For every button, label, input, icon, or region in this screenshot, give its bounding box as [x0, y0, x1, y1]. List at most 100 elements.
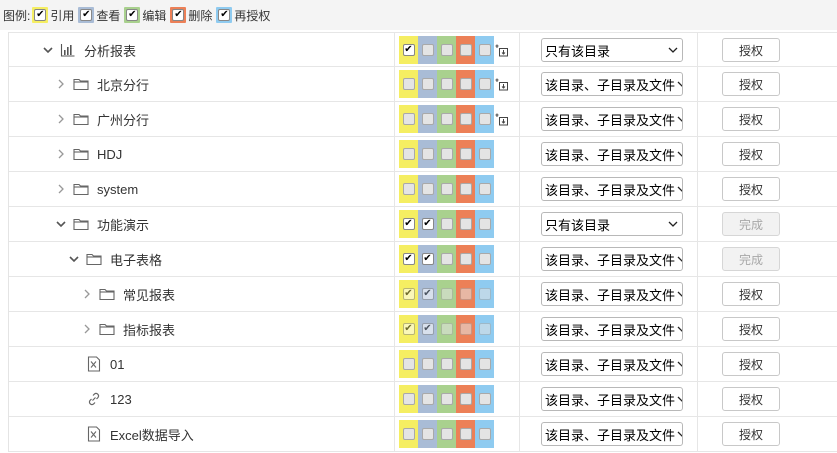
perm-checkbox-edit[interactable]	[440, 44, 453, 56]
perm-segment-view	[418, 420, 437, 448]
resource-name: 分析报表	[84, 43, 137, 59]
apply-to-children-icon[interactable]	[495, 43, 509, 57]
perm-checkbox-edit[interactable]	[440, 428, 453, 440]
permission-checkbox-strip: ✔ ✔	[399, 245, 494, 273]
perm-checkbox-cite[interactable]: ✔	[402, 44, 415, 56]
permission-cell: ✔ ✔	[395, 207, 520, 241]
grant-button[interactable]: 授权	[722, 177, 780, 201]
perm-checkbox-cite[interactable]	[402, 113, 415, 125]
done-button: 完成	[722, 212, 780, 236]
perm-checkbox-view[interactable]	[421, 44, 434, 56]
chevron-right-icon[interactable]	[81, 323, 93, 335]
perm-checkbox-view[interactable]	[421, 78, 434, 90]
grant-button[interactable]: 授权	[722, 38, 780, 62]
perm-checkbox-cite[interactable]	[402, 428, 415, 440]
perm-checkbox-view[interactable]	[421, 183, 434, 195]
perm-checkbox-edit[interactable]	[440, 358, 453, 370]
scope-select[interactable]: 该目录、子目录及文件	[541, 247, 683, 271]
perm-checkbox-view[interactable]	[421, 428, 434, 440]
perm-segment-cite	[399, 385, 418, 413]
perm-checkbox-cite[interactable]	[402, 148, 415, 160]
perm-checkbox-view[interactable]: ✔	[421, 218, 434, 230]
perm-checkbox-edit[interactable]	[440, 148, 453, 160]
scope-select[interactable]: 该目录、子目录及文件	[541, 72, 683, 96]
perm-checkbox-delete[interactable]	[459, 253, 472, 265]
perm-checkbox-cite[interactable]	[402, 358, 415, 370]
scope-select[interactable]: 该目录、子目录及文件	[541, 317, 683, 341]
perm-checkbox-view[interactable]	[421, 113, 434, 125]
scope-select[interactable]: 该目录、子目录及文件	[541, 142, 683, 166]
chevron-down-icon[interactable]	[55, 218, 67, 230]
legend-item-delete: ✔ 删除	[170, 7, 214, 24]
perm-checkbox-delete[interactable]	[459, 218, 472, 230]
chevron-right-icon[interactable]	[55, 183, 67, 195]
perm-checkbox-delete[interactable]	[459, 428, 472, 440]
grant-button[interactable]: 授权	[722, 352, 780, 376]
perm-checkbox-cite[interactable]: ✔	[402, 253, 415, 265]
perm-checkbox-delete[interactable]	[459, 113, 472, 125]
scope-select[interactable]: 该目录、子目录及文件	[541, 387, 683, 411]
perm-checkbox-edit[interactable]	[440, 253, 453, 265]
grant-button[interactable]: 授权	[722, 282, 780, 306]
perm-checkbox-regrant[interactable]	[478, 148, 491, 160]
perm-checkbox-view[interactable]	[421, 393, 434, 405]
perm-checkbox-regrant[interactable]	[478, 78, 491, 90]
scope-select[interactable]: 该目录、子目录及文件	[541, 422, 683, 446]
chevron-right-icon[interactable]	[55, 113, 67, 125]
perm-checkbox-edit[interactable]	[440, 393, 453, 405]
grant-button[interactable]: 授权	[722, 107, 780, 131]
scope-select[interactable]: 该目录、子目录及文件	[541, 282, 683, 306]
perm-checkbox-regrant[interactable]	[478, 253, 491, 265]
perm-checkbox-delete[interactable]	[459, 148, 472, 160]
perm-checkbox-cite[interactable]: ✔	[402, 218, 415, 230]
perm-checkbox-edit[interactable]	[440, 113, 453, 125]
perm-checkbox-regrant[interactable]	[478, 183, 491, 195]
perm-checkbox-cite[interactable]	[402, 183, 415, 195]
perm-checkbox-delete[interactable]	[459, 183, 472, 195]
perm-checkbox-delete[interactable]	[459, 78, 472, 90]
grant-button[interactable]: 授权	[722, 317, 780, 341]
scope-select-value: 该目录、子目录及文件	[545, 392, 676, 408]
scope-cell: 该目录、子目录及文件	[520, 312, 698, 346]
perm-segment-regrant	[475, 210, 494, 238]
perm-segment-view: ✔	[418, 210, 437, 238]
grant-button[interactable]: 授权	[722, 422, 780, 446]
grant-button[interactable]: 授权	[722, 387, 780, 411]
perm-checkbox-edit[interactable]	[440, 183, 453, 195]
chevron-right-icon[interactable]	[81, 288, 93, 300]
grant-button[interactable]: 授权	[722, 72, 780, 96]
perm-checkbox-regrant[interactable]	[478, 113, 491, 125]
chevron-down-icon[interactable]	[42, 44, 54, 56]
apply-to-children-icon[interactable]	[495, 112, 509, 126]
scope-select[interactable]: 只有该目录	[541, 212, 683, 236]
perm-checkbox-delete[interactable]	[459, 358, 472, 370]
scope-select[interactable]: 只有该目录	[541, 38, 683, 62]
scope-select[interactable]: 该目录、子目录及文件	[541, 352, 683, 376]
perm-checkbox-edit[interactable]	[440, 78, 453, 90]
perm-checkbox-delete[interactable]	[459, 393, 472, 405]
perm-checkbox-view[interactable]	[421, 148, 434, 160]
perm-checkbox-regrant[interactable]	[478, 393, 491, 405]
scope-select[interactable]: 该目录、子目录及文件	[541, 107, 683, 131]
perm-checkbox-regrant[interactable]	[478, 218, 491, 230]
chevron-right-icon[interactable]	[55, 148, 67, 160]
perm-segment-cite	[399, 350, 418, 378]
legend-checkbox: ✔	[34, 9, 47, 21]
perm-checkbox-regrant	[478, 323, 491, 335]
perm-checkbox-view[interactable]: ✔	[421, 253, 434, 265]
perm-checkbox-delete[interactable]	[459, 44, 472, 56]
chevron-right-icon[interactable]	[55, 78, 67, 90]
perm-checkbox-edit[interactable]	[440, 218, 453, 230]
apply-to-children-icon[interactable]	[495, 77, 509, 91]
perm-checkbox-view: ✔	[421, 323, 434, 335]
chevron-down-icon[interactable]	[68, 253, 80, 265]
perm-checkbox-cite[interactable]	[402, 393, 415, 405]
perm-checkbox-view[interactable]	[421, 358, 434, 370]
perm-checkbox-regrant[interactable]	[478, 358, 491, 370]
grant-button[interactable]: 授权	[722, 142, 780, 166]
scope-select-value: 该目录、子目录及文件	[545, 357, 676, 373]
perm-checkbox-cite[interactable]	[402, 78, 415, 90]
perm-checkbox-regrant[interactable]	[478, 428, 491, 440]
perm-checkbox-regrant[interactable]	[478, 44, 491, 56]
scope-select[interactable]: 该目录、子目录及文件	[541, 177, 683, 201]
